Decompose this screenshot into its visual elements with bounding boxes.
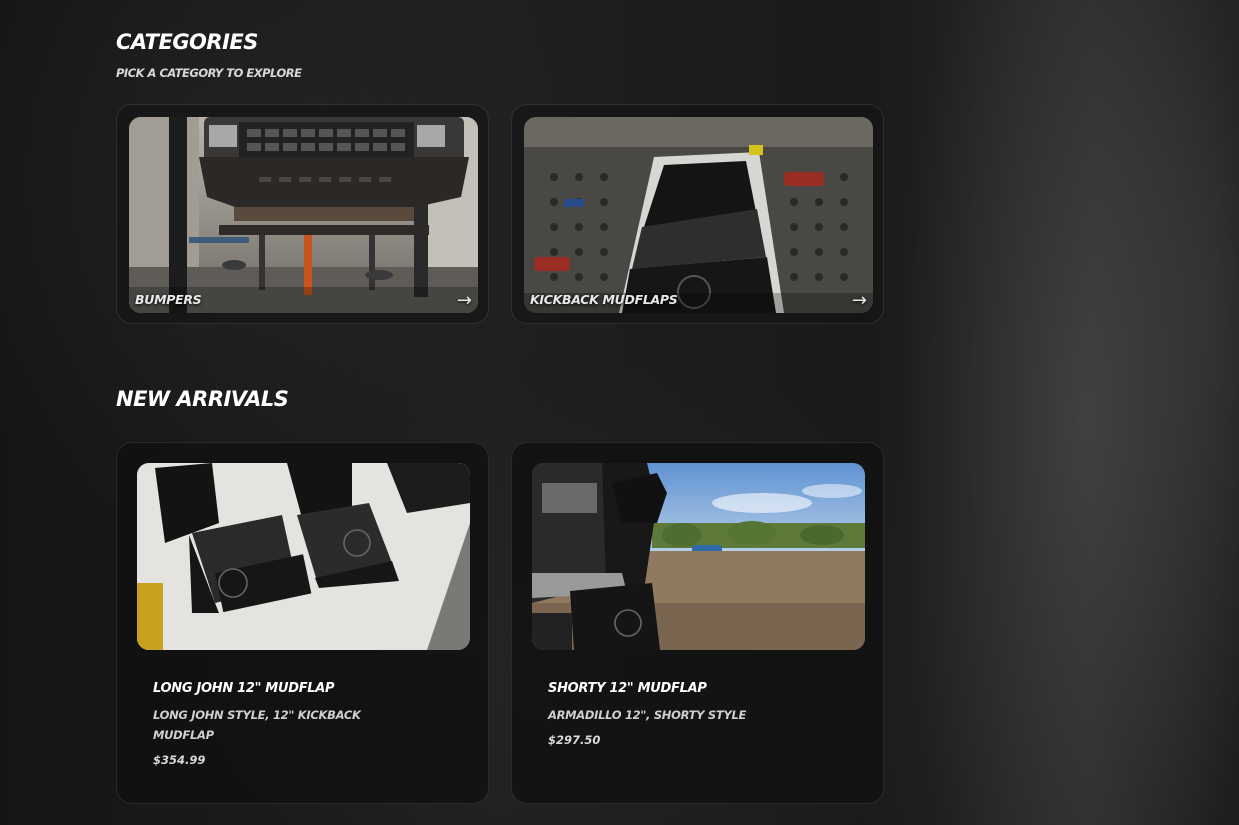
product-name[interactable]: SHORTY 12" MUDFLAP xyxy=(548,681,707,696)
product-description: ARMADILLO 12", SHORTY STYLE xyxy=(548,708,747,722)
long-john-mudflap-image xyxy=(137,463,470,650)
product-card-long-john[interactable]: LONG JOHN 12" MUDFLAP LONG JOHN STYLE, 1… xyxy=(116,442,489,804)
bumper-category-image xyxy=(129,117,478,313)
categories-subtitle: PICK A CATEGORY TO EXPLORE xyxy=(116,66,302,80)
category-label-bumpers: BUMPERS xyxy=(135,292,202,307)
category-label-kickback-mudflaps: KICKBACK MUDFLAPS xyxy=(530,292,678,307)
product-price: $297.50 xyxy=(548,733,601,747)
arrow-right-icon: → xyxy=(456,290,472,311)
shorty-mudflap-image xyxy=(532,463,865,650)
category-card-bumpers[interactable]: BUMPERS → xyxy=(116,104,489,324)
product-price: $354.99 xyxy=(153,753,206,767)
new-arrivals-title: NEW ARRIVALS xyxy=(116,387,289,411)
mudflap-category-image xyxy=(524,117,873,313)
product-card-shorty[interactable]: SHORTY 12" MUDFLAP ARMADILLO 12", SHORTY… xyxy=(511,442,884,804)
category-card-kickback-mudflaps[interactable]: KICKBACK MUDFLAPS → xyxy=(511,104,884,324)
product-description: LONG JOHN STYLE, 12" KICKBACK MUDFLAP xyxy=(153,708,361,742)
arrow-right-icon: → xyxy=(851,290,867,311)
product-name[interactable]: LONG JOHN 12" MUDFLAP xyxy=(153,681,335,696)
categories-title: CATEGORIES xyxy=(116,30,258,54)
